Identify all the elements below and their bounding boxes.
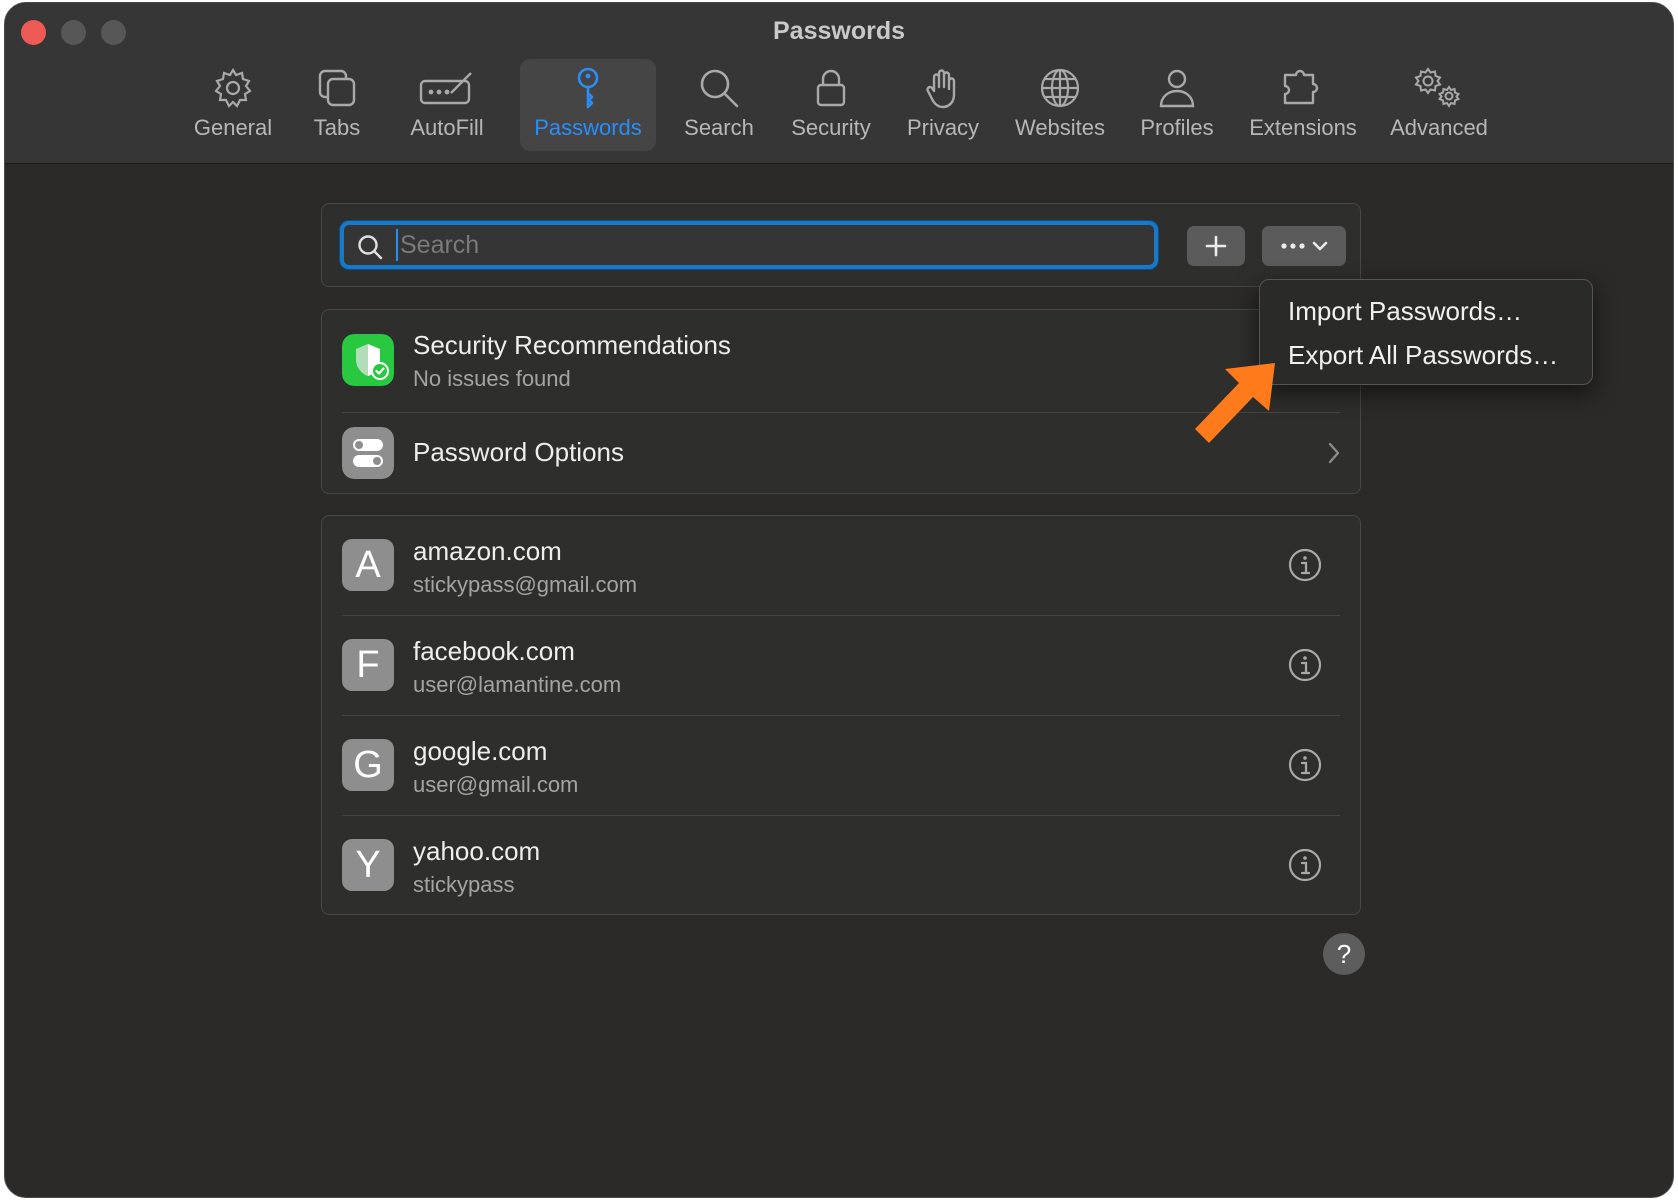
tab-general[interactable]: General bbox=[183, 59, 283, 151]
more-options-menu: Import Passwords… Export All Passwords… bbox=[1259, 279, 1593, 385]
search-icon bbox=[358, 235, 383, 260]
tab-label: Profiles bbox=[1140, 115, 1214, 140]
tab-label: General bbox=[193, 115, 273, 140]
autofill-icon bbox=[419, 72, 472, 105]
search-bar-panel bbox=[321, 203, 1361, 287]
title-bar: Passwords General Tabs AutoFill Password… bbox=[5, 3, 1673, 164]
gears-icon bbox=[1414, 67, 1461, 108]
security-status-text: No issues found bbox=[413, 366, 571, 391]
tab-websites[interactable]: Websites bbox=[1007, 59, 1113, 151]
help-button[interactable]: ? bbox=[1323, 933, 1365, 975]
lock-icon bbox=[816, 69, 846, 107]
tab-search[interactable]: Search bbox=[669, 59, 769, 151]
tab-label: Security bbox=[791, 115, 871, 140]
menu-item-import-passwords[interactable]: Import Passwords… bbox=[1288, 296, 1522, 327]
hand-icon bbox=[926, 69, 956, 109]
username-text: stickypass bbox=[413, 872, 515, 897]
add-password-button[interactable] bbox=[1187, 226, 1245, 266]
tab-label: Advanced bbox=[1390, 115, 1488, 140]
username-text: user@gmail.com bbox=[413, 772, 579, 797]
toggles-icon bbox=[342, 427, 394, 479]
puzzle-icon bbox=[1283, 69, 1319, 105]
username-text: stickypass@gmail.com bbox=[413, 572, 638, 597]
settings-toolbar: General Tabs AutoFill Passwords Search S… bbox=[5, 59, 1673, 151]
globe-icon bbox=[1040, 68, 1080, 108]
list-item[interactable]: G google.com user@gmail.com bbox=[322, 716, 1360, 815]
tab-advanced[interactable]: Advanced bbox=[1381, 59, 1497, 151]
key-icon bbox=[577, 67, 599, 109]
site-letter-avatar: G bbox=[342, 739, 394, 791]
window-title: Passwords bbox=[772, 17, 905, 45]
plus-icon bbox=[1205, 235, 1227, 257]
site-letter-avatar: F bbox=[342, 639, 394, 691]
tab-label: Search bbox=[684, 115, 754, 140]
shield-check-icon bbox=[342, 334, 394, 386]
tab-passwords[interactable]: Passwords bbox=[520, 59, 656, 151]
password-options-label: Password Options bbox=[413, 437, 624, 467]
search-input[interactable] bbox=[396, 229, 1136, 261]
tab-profiles[interactable]: Profiles bbox=[1129, 59, 1225, 151]
password-list: A amazon.com stickypass@gmail.com F face… bbox=[321, 515, 1361, 915]
info-icon[interactable] bbox=[1288, 848, 1322, 882]
tabs-icon bbox=[318, 69, 356, 107]
tab-label: Extensions bbox=[1249, 115, 1357, 140]
site-name: amazon.com bbox=[413, 536, 562, 566]
gear-icon bbox=[214, 67, 252, 108]
site-name: yahoo.com bbox=[413, 836, 541, 866]
list-item[interactable]: Y yahoo.com stickypass bbox=[322, 816, 1360, 915]
tab-autofill[interactable]: AutoFill bbox=[397, 59, 497, 151]
safari-settings-window: Passwords General Tabs AutoFill Password… bbox=[4, 2, 1674, 1198]
info-icon[interactable] bbox=[1288, 548, 1322, 582]
site-name: google.com bbox=[413, 736, 548, 766]
info-icon[interactable] bbox=[1288, 648, 1322, 682]
annotation-arrow-icon bbox=[1195, 363, 1275, 443]
tab-label: Tabs bbox=[313, 115, 361, 140]
tab-label: AutoFill bbox=[410, 115, 484, 140]
person-icon bbox=[1159, 69, 1195, 108]
tab-label: Passwords bbox=[534, 115, 642, 140]
search-icon bbox=[700, 69, 739, 108]
info-icon[interactable] bbox=[1288, 748, 1322, 782]
username-text: user@lamantine.com bbox=[413, 672, 622, 697]
list-item[interactable]: A amazon.com stickypass@gmail.com bbox=[322, 516, 1360, 615]
tab-privacy[interactable]: Privacy bbox=[893, 59, 993, 151]
security-recommendations-title: Security Recommendations bbox=[413, 330, 731, 360]
list-item[interactable]: F facebook.com user@lamantine.com bbox=[322, 616, 1360, 715]
ellipsis-chevron-down-icon bbox=[1281, 241, 1328, 251]
more-options-button[interactable] bbox=[1262, 226, 1346, 266]
search-field[interactable] bbox=[340, 221, 1158, 269]
tab-label: Privacy bbox=[906, 115, 980, 140]
site-letter-avatar: Y bbox=[342, 839, 394, 891]
site-letter-avatar: A bbox=[342, 539, 394, 591]
menu-item-export-all-passwords[interactable]: Export All Passwords… bbox=[1288, 340, 1558, 371]
tab-tabs[interactable]: Tabs bbox=[297, 59, 377, 151]
tab-label: Websites bbox=[1014, 115, 1106, 140]
site-name: facebook.com bbox=[413, 636, 575, 666]
tab-security[interactable]: Security bbox=[781, 59, 881, 151]
chevron-right-icon bbox=[1328, 442, 1340, 464]
tab-extensions[interactable]: Extensions bbox=[1241, 59, 1365, 151]
